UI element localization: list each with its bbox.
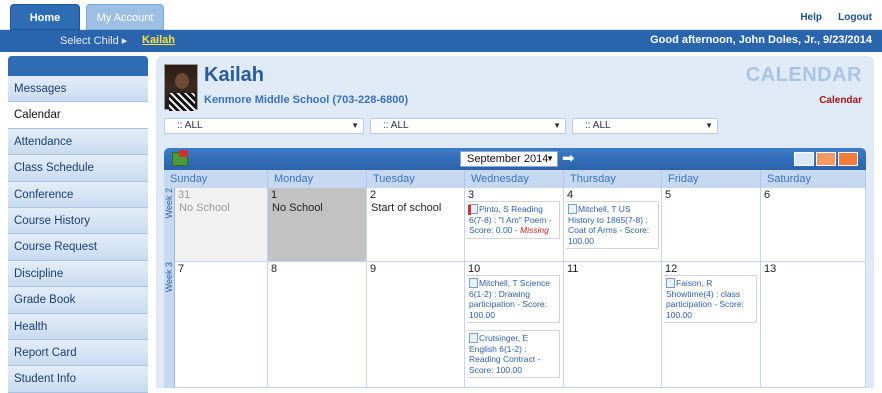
assignment-event[interactable]: Mitchell, T Science 6(1-2) : Drawing par…	[467, 275, 560, 323]
calendar-day-cell[interactable]: 6	[761, 188, 866, 262]
calendar-day-cell[interactable]: 1 No School	[268, 188, 367, 262]
next-month-icon[interactable]: ➡	[562, 151, 578, 167]
day-header-sunday: Sunday	[164, 170, 268, 188]
filter-value-2: :: ALL	[383, 120, 409, 131]
filter-value-1: :: ALL	[177, 120, 203, 131]
filter-select-3[interactable]: :: ALL ▼	[572, 118, 718, 134]
greeting-text: Good afternoon, John Doles, Jr., 9/23/20…	[650, 34, 872, 46]
dropdown-arrow-icon: ▼	[546, 154, 554, 163]
week-label[interactable]: Week 2	[164, 188, 175, 262]
sidebar-item-messages[interactable]: Messages	[8, 76, 148, 103]
day-view-icon[interactable]	[794, 152, 814, 166]
child-name-link[interactable]: Kailah	[142, 34, 175, 46]
main-panel: Kailah Kenmore Middle School (703-228-68…	[156, 56, 874, 388]
student-avatar	[164, 64, 198, 111]
calendar-toolbar: September 2014 ▼ ➡	[164, 148, 866, 170]
sidebar-item-discipline[interactable]: Discipline	[8, 260, 148, 288]
week-label[interactable]: Week 3	[164, 262, 175, 388]
page-title: CALENDAR	[745, 64, 862, 86]
sidebar-item-calendar[interactable]: Calendar	[8, 102, 148, 129]
filter-value-3: :: ALL	[585, 120, 611, 131]
sidebar-header	[8, 56, 148, 76]
calendar-day-cell[interactable]: 5	[662, 188, 761, 262]
day-header-monday: Monday	[268, 170, 367, 188]
day-header-thursday: Thursday	[564, 170, 662, 188]
calendar-day-cell[interactable]: 13	[761, 262, 866, 388]
select-child-label[interactable]: Select Child ▸	[60, 34, 127, 47]
assignment-doc-icon	[468, 204, 478, 215]
sidebar-item-attendance[interactable]: Attendance	[8, 128, 148, 156]
calendar-day-cell[interactable]: 11	[564, 262, 662, 388]
filter-select-2[interactable]: :: ALL ▼	[370, 118, 566, 134]
calendar-day-cell[interactable]: 12 Faison, R Showtime(4) : class partici…	[662, 262, 761, 388]
assignment-doc-icon	[469, 333, 478, 343]
assignment-event[interactable]: Pinto, S Reading 6(7-8) : "I Am" Poem - …	[467, 201, 560, 239]
month-select-value: September 2014	[467, 153, 549, 165]
view-switcher	[794, 152, 858, 166]
calendar-day-cell[interactable]: 31 No School	[175, 188, 268, 262]
top-tab-bar: Home My Account Help Logout	[0, 0, 882, 30]
day-header-wednesday: Wednesday	[465, 170, 564, 188]
day-header-tuesday: Tuesday	[367, 170, 465, 188]
sidebar-item-course-request[interactable]: Course Request	[8, 234, 148, 261]
avatar-face	[175, 73, 189, 89]
sidebar: Messages Calendar Attendance Class Sched…	[8, 56, 148, 393]
sidebar-item-health[interactable]: Health	[8, 313, 148, 340]
month-view-icon[interactable]	[838, 152, 858, 166]
sidebar-item-student-info[interactable]: Student Info	[8, 366, 148, 393]
assignment-doc-icon	[666, 278, 675, 288]
assignment-event[interactable]: Faison, R Showtime(4) : class participat…	[664, 275, 757, 323]
day-header-saturday: Saturday	[761, 170, 866, 188]
school-name: Kenmore Middle School (703-228-6800)	[204, 94, 409, 106]
calendar-day-cell[interactable]: 4 Mitchell, T US History to 1865(7-8) : …	[564, 188, 662, 262]
child-bar: Select Child ▸ Kailah Good afternoon, Jo…	[0, 30, 882, 52]
sidebar-item-grade-book[interactable]: Grade Book	[8, 287, 148, 314]
tab-home[interactable]: Home	[10, 4, 80, 30]
avatar-shirt	[169, 93, 195, 111]
calendar-day-cell[interactable]: 7	[175, 262, 268, 388]
print-calendar-icon[interactable]	[172, 150, 188, 166]
calendar-day-cell[interactable]: 3 Pinto, S Reading 6(7-8) : "I Am" Poem …	[465, 188, 564, 262]
calendar-day-cell[interactable]: 9	[367, 262, 465, 388]
month-select[interactable]: September 2014 ▼	[460, 151, 558, 167]
dropdown-arrow-icon: ▼	[705, 121, 713, 130]
page-subtitle: Calendar	[819, 95, 862, 106]
assignment-event[interactable]: Mitchell, T US History to 1865(7-8) : Co…	[566, 201, 659, 249]
tab-my-account[interactable]: My Account	[86, 4, 164, 30]
day-header-friday: Friday	[662, 170, 761, 188]
week-view-icon[interactable]	[816, 152, 836, 166]
sidebar-item-report-card[interactable]: Report Card	[8, 339, 148, 367]
sidebar-item-course-history[interactable]: Course History	[8, 207, 148, 235]
student-name: Kailah	[204, 64, 265, 86]
help-link[interactable]: Help	[800, 12, 822, 23]
filter-select-1[interactable]: :: ALL ▼	[164, 118, 364, 134]
dropdown-arrow-icon: ▼	[351, 121, 359, 130]
sidebar-item-class-schedule[interactable]: Class Schedule	[8, 155, 148, 182]
calendar-day-cell[interactable]: 10 Mitchell, T Science 6(1-2) : Drawing …	[465, 262, 564, 388]
dropdown-arrow-icon: ▼	[553, 121, 561, 130]
assignment-doc-icon	[568, 204, 577, 214]
logout-link[interactable]: Logout	[838, 12, 872, 23]
calendar-day-cell[interactable]: 2 Start of school	[367, 188, 465, 262]
calendar-day-cell[interactable]: 8	[268, 262, 367, 388]
assignment-doc-icon	[469, 278, 478, 288]
assignment-event[interactable]: Crutsinger, E English 6(1-2) : Reading C…	[467, 330, 560, 378]
sidebar-item-conference[interactable]: Conference	[8, 181, 148, 208]
